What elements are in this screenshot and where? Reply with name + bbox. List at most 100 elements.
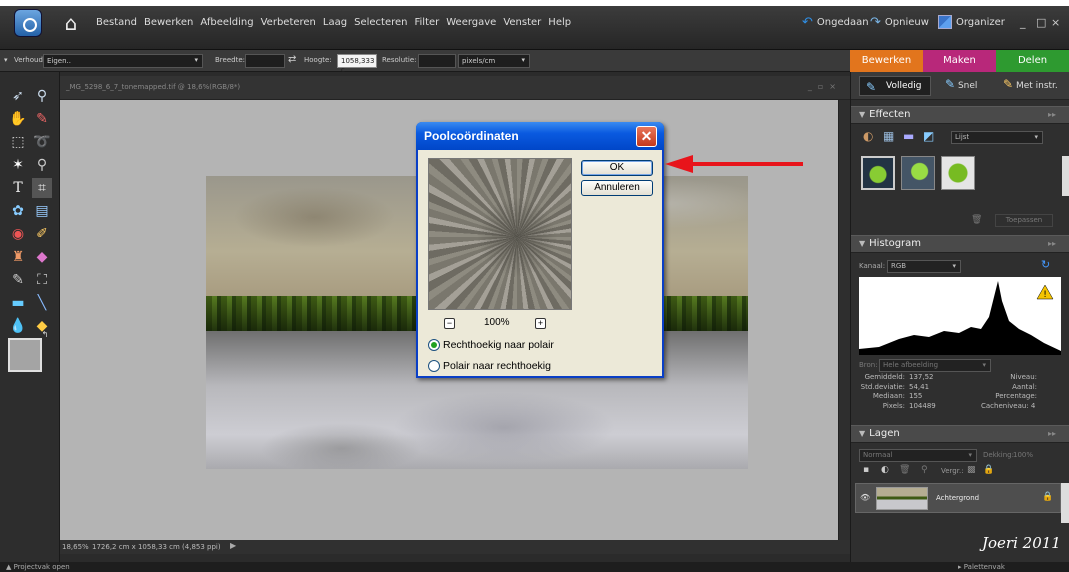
refresh-icon[interactable]: ↻ bbox=[1041, 258, 1050, 271]
zoom-in-icon[interactable]: + bbox=[535, 318, 546, 329]
maximize-icon[interactable]: □ bbox=[1036, 16, 1046, 29]
tab-bewerken[interactable]: Bewerken bbox=[850, 50, 923, 72]
effects-panel-header[interactable]: ▼ Effecten ▸▸ bbox=[851, 106, 1069, 124]
filter-preview[interactable] bbox=[428, 158, 572, 310]
clone-stamp-tool-icon[interactable]: ♜ bbox=[8, 247, 28, 267]
straighten-tool-icon[interactable]: ▤ bbox=[32, 201, 52, 221]
crop-tool-icon[interactable]: ⌗ bbox=[32, 178, 52, 198]
width-input[interactable] bbox=[245, 54, 285, 68]
radio-polar-to-rect[interactable]: Polair naar rechthoekig bbox=[428, 359, 551, 373]
move-tool-icon[interactable]: ➶ bbox=[8, 86, 28, 106]
blend-mode-select[interactable]: Normaal ▾ bbox=[859, 449, 977, 462]
resolution-unit-select[interactable]: pixels/cm ▾ bbox=[458, 54, 530, 68]
new-layer-icon[interactable]: ▪ bbox=[863, 465, 869, 475]
zoom-tool-icon[interactable]: ⚲ bbox=[32, 86, 52, 106]
apply-button[interactable]: Toepassen bbox=[995, 214, 1053, 227]
tab-snel[interactable]: ✎ Snel bbox=[945, 77, 977, 91]
cookie-cutter-tool-icon[interactable]: ✿ bbox=[8, 201, 28, 221]
ratio-select[interactable]: Eigen.. ▾ bbox=[43, 54, 203, 68]
organizer-button[interactable]: Organizer bbox=[938, 15, 1005, 29]
tab-volledig[interactable]: ✎ Volledig bbox=[859, 76, 931, 96]
magic-wand-tool-icon[interactable]: ✶ bbox=[8, 155, 28, 175]
blur-tool-icon[interactable]: 💧 bbox=[8, 316, 28, 336]
effect-thumbnail-3[interactable] bbox=[941, 156, 975, 190]
panel-menu-icon[interactable]: ▸▸ bbox=[1048, 236, 1056, 252]
layer-row-achtergrond[interactable]: 👁 Achtergrond 🔒 bbox=[855, 483, 1061, 513]
options-arrow-icon[interactable]: ▾ bbox=[4, 56, 8, 64]
menu-filter[interactable]: Filter bbox=[414, 17, 439, 33]
histogram-panel-header[interactable]: ▼ Histogram ▸▸ bbox=[851, 235, 1069, 253]
menu-selecteren[interactable]: Selecteren bbox=[354, 17, 407, 33]
link-layer-icon[interactable]: ⚲ bbox=[921, 465, 928, 475]
menu-help[interactable]: Help bbox=[548, 17, 571, 33]
healing-brush-tool-icon[interactable]: ✐ bbox=[32, 224, 52, 244]
menu-weergave[interactable]: Weergave bbox=[446, 17, 496, 33]
effects-scrollbar[interactable] bbox=[1062, 156, 1069, 196]
opacity-value[interactable]: 100% bbox=[1013, 451, 1033, 459]
cancel-button[interactable]: Annuleren bbox=[581, 180, 653, 196]
panel-menu-icon[interactable]: ▸▸ bbox=[1048, 107, 1056, 123]
lock-transparency-icon[interactable]: ▩ bbox=[967, 465, 976, 475]
dialog-close-icon[interactable]: ✕ bbox=[636, 126, 657, 147]
menu-verbeteren[interactable]: Verbeteren bbox=[261, 17, 316, 33]
menu-venster[interactable]: Venster bbox=[503, 17, 541, 33]
lasso-tool-icon[interactable]: ➰ bbox=[32, 132, 52, 152]
effect-fx-icon[interactable]: ◩ bbox=[923, 129, 934, 143]
panel-menu-icon[interactable]: ▸▸ bbox=[1048, 426, 1056, 442]
eyedropper-tool-icon[interactable]: ✎ bbox=[32, 109, 52, 129]
ok-button[interactable]: OK bbox=[581, 160, 653, 176]
zoom-readout[interactable]: 18,65% bbox=[62, 543, 89, 551]
brush-tool-icon[interactable]: ✎ bbox=[8, 270, 28, 290]
tab-met-instructies[interactable]: ✎ Met instr. bbox=[1003, 77, 1058, 91]
close-icon[interactable]: × bbox=[1051, 16, 1060, 29]
menu-afbeelding[interactable]: Afbeelding bbox=[200, 17, 253, 33]
channel-select[interactable]: RGB ▾ bbox=[887, 260, 961, 273]
effects-list-select[interactable]: Lijst ▾ bbox=[951, 131, 1043, 144]
zoom-out-icon[interactable]: − bbox=[444, 318, 455, 329]
document-window-controls[interactable]: _▫× bbox=[808, 82, 842, 91]
gradient-tool-icon[interactable]: ▬ bbox=[8, 293, 28, 313]
palette-bin-toggle[interactable]: ▸ Palettenvak bbox=[958, 563, 1005, 571]
layer-styles-icon[interactable]: ▦ bbox=[883, 129, 894, 143]
resolution-input[interactable] bbox=[418, 54, 456, 68]
swap-colors-icon[interactable]: ↰ bbox=[40, 330, 50, 340]
trash-icon[interactable]: 🗑 bbox=[971, 215, 982, 225]
red-eye-tool-icon[interactable]: ◉ bbox=[8, 224, 28, 244]
radio-rect-to-polar[interactable]: Rechthoekig naar polair bbox=[428, 338, 554, 352]
menu-laag[interactable]: Laag bbox=[323, 17, 347, 33]
tab-maken[interactable]: Maken bbox=[923, 50, 996, 72]
home-icon[interactable]: ⌂ bbox=[58, 11, 84, 35]
tab-delen[interactable]: Delen bbox=[996, 50, 1069, 72]
source-select[interactable]: Hele afbeelding ▾ bbox=[879, 359, 991, 372]
status-menu-arrow-icon[interactable]: ▶ bbox=[230, 541, 236, 550]
camera-icon[interactable] bbox=[14, 9, 42, 37]
document-title[interactable]: _MG_5298_6_7_tonemapped.tif @ 18,6%(RGB/… bbox=[66, 83, 240, 91]
filters-icon[interactable]: ◐ bbox=[863, 129, 873, 143]
layers-scrollbar[interactable] bbox=[1061, 483, 1069, 523]
project-bin-toggle[interactable]: ▲ Projectvak open bbox=[6, 563, 70, 571]
adjustment-layer-icon[interactable]: ◐ bbox=[881, 465, 889, 475]
marquee-tool-icon[interactable]: ⬚ bbox=[8, 132, 28, 152]
undo-button[interactable]: ↶ Ongedaan bbox=[802, 15, 869, 30]
effect-thumbnail-2[interactable] bbox=[901, 156, 935, 190]
height-input[interactable]: 1058,333 c bbox=[337, 54, 377, 74]
shape-tool-icon[interactable]: ╲ bbox=[32, 293, 52, 313]
quick-selection-tool-icon[interactable]: ⚲ bbox=[32, 155, 52, 175]
foreground-color-swatch[interactable] bbox=[8, 338, 42, 372]
swap-icon[interactable]: ⇄ bbox=[288, 54, 296, 65]
delete-layer-icon[interactable]: 🗑 bbox=[899, 465, 910, 475]
minimize-icon[interactable]: _ bbox=[1020, 16, 1026, 29]
lock-all-icon[interactable]: 🔒 bbox=[983, 465, 994, 475]
photo-effects-icon[interactable]: ▬ bbox=[903, 129, 914, 143]
eraser-tool-icon[interactable]: ◆ bbox=[32, 247, 52, 267]
text-tool-icon[interactable]: T bbox=[8, 178, 28, 198]
vertical-scrollbar[interactable] bbox=[838, 100, 850, 540]
hand-tool-icon[interactable]: ✋ bbox=[8, 109, 28, 129]
redo-button[interactable]: ↷ Opnieuw bbox=[870, 15, 929, 30]
menu-bewerken[interactable]: Bewerken bbox=[144, 17, 193, 33]
menu-bestand[interactable]: Bestand bbox=[96, 17, 137, 33]
layers-panel-header[interactable]: ▼ Lagen ▸▸ bbox=[851, 425, 1069, 443]
paint-bucket-tool-icon[interactable]: ⛶ bbox=[32, 270, 52, 290]
effect-thumbnail-1[interactable] bbox=[861, 156, 895, 190]
layer-name[interactable]: Achtergrond bbox=[936, 494, 979, 502]
